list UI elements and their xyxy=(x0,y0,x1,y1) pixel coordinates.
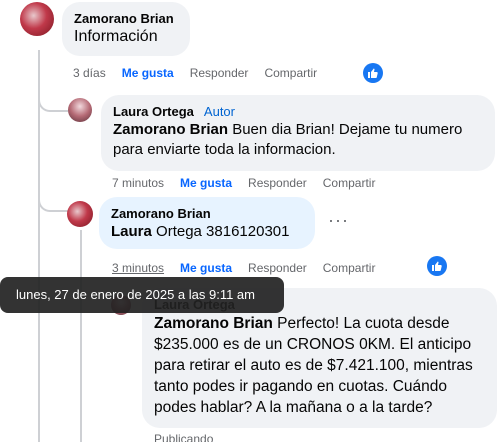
comment-actions: 7 minutos Me gusta Responder Compartir xyxy=(112,176,391,190)
comment-timestamp[interactable]: 7 minutos xyxy=(112,176,164,190)
thread-branch-1 xyxy=(38,90,68,112)
comment-bubble: Zamorano Brian Información xyxy=(62,2,190,56)
comment-author[interactable]: Zamorano Brian xyxy=(74,10,178,27)
share-button[interactable]: Compartir xyxy=(323,176,376,190)
reply-button[interactable]: Responder xyxy=(190,66,249,80)
comment-timestamp[interactable]: 3 días xyxy=(73,66,106,80)
comment-timestamp[interactable]: 3 minutos xyxy=(112,261,164,275)
avatar[interactable] xyxy=(20,2,54,36)
timestamp-tooltip: lunes, 27 de enero de 2025 a las 9:11 am xyxy=(0,277,284,313)
comment-bubble: Zamorano Brian Laura Ortega 3816120301 xyxy=(99,197,315,249)
comment-author[interactable]: Zamorano Brian xyxy=(111,205,303,222)
comment-bubble: Laura Ortega Autor Zamorano Brian Buen di… xyxy=(101,95,495,171)
thumbs-up-icon[interactable] xyxy=(363,63,383,83)
comment-text: Información xyxy=(74,28,158,45)
posting-status: Publicando xyxy=(154,432,214,442)
share-button[interactable]: Compartir xyxy=(323,261,376,275)
thread-line-main xyxy=(38,50,40,442)
reply-button[interactable]: Responder xyxy=(248,261,307,275)
mention-link[interactable]: Zamorano Brian xyxy=(113,121,228,138)
author-name[interactable]: Laura Ortega xyxy=(113,104,194,119)
avatar[interactable] xyxy=(67,201,93,227)
share-button[interactable]: Compartir xyxy=(264,66,317,80)
thread-line-nested xyxy=(80,230,82,442)
reply-button[interactable]: Responder xyxy=(248,176,307,190)
comment-actions: 3 días Me gusta Responder Compartir xyxy=(73,66,333,80)
avatar[interactable] xyxy=(68,98,92,122)
comment-text: Zamorano Brian Perfecto! La cuota desde … xyxy=(154,313,485,418)
comment-actions: 3 minutos Me gusta Responder Compartir xyxy=(112,261,391,275)
mention-link[interactable]: Zamorano Brian xyxy=(154,315,273,332)
more-options-icon[interactable]: ··· xyxy=(328,210,349,231)
like-button[interactable]: Me gusta xyxy=(180,261,232,275)
mention-link[interactable]: Laura xyxy=(111,223,152,240)
comment-text: Zamorano Brian Buen dia Brian! Dejame tu… xyxy=(113,120,483,160)
thread-branch-2 xyxy=(38,190,68,212)
author-badge: Autor xyxy=(203,104,235,119)
comment-body: Ortega 3816120301 xyxy=(151,223,290,240)
thumbs-up-icon[interactable] xyxy=(427,256,447,276)
comment-author: Laura Ortega Autor xyxy=(113,103,483,120)
like-button[interactable]: Me gusta xyxy=(122,66,174,80)
like-button[interactable]: Me gusta xyxy=(180,176,232,190)
comment-text: Laura Ortega 3816120301 xyxy=(111,222,303,242)
